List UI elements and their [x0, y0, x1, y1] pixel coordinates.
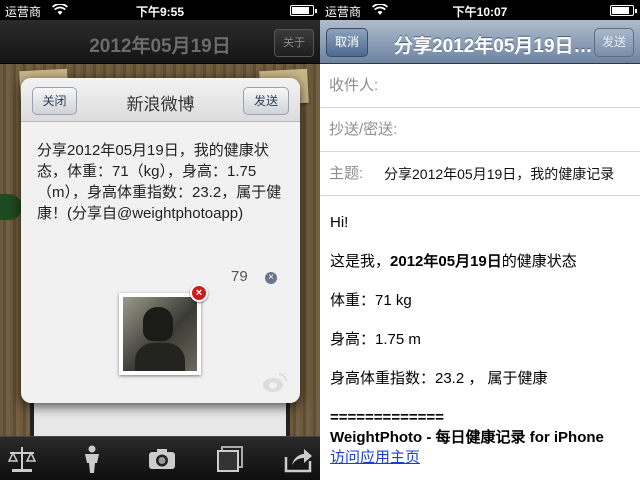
to-label: 收件人:: [329, 77, 379, 94]
person-icon[interactable]: [76, 443, 108, 475]
plant-decoration: [0, 194, 22, 220]
share-icon[interactable]: [282, 443, 314, 475]
date-title: 2012年05月19日: [89, 36, 231, 57]
status-prefix: 这是我，: [330, 253, 391, 270]
camera-icon[interactable]: [146, 443, 178, 475]
bmi-line: 身高体重指数：23.2 ， 属于健康: [330, 370, 548, 387]
photos-icon[interactable]: [214, 443, 246, 475]
status-suffix: 的健康状态: [501, 253, 577, 270]
mail-nav-bar: 取消 分享2012年05月19日，我的健康记录 发送: [320, 20, 640, 64]
tab-bar: [0, 436, 320, 480]
mail-body[interactable]: Hi! 这是我，2012年05月19日的健康状态 体重：71 kg 身高：1.7…: [330, 213, 635, 468]
post-text-area[interactable]: 分享2012年05月19日，我的健康状态，体重：71（kg），身高：1.75（m…: [37, 140, 287, 224]
separator-line: =============: [330, 409, 444, 426]
weight-line: 体重：71 kg: [330, 292, 412, 309]
clear-text-icon[interactable]: ×: [265, 272, 277, 284]
battery-icon: [610, 5, 637, 16]
character-count: 79: [231, 268, 248, 285]
weibo-logo-icon: [263, 373, 287, 392]
cancel-button[interactable]: 取消: [326, 28, 368, 57]
about-button[interactable]: 关于: [274, 29, 314, 57]
send-button[interactable]: 发送: [594, 28, 634, 57]
weibo-share-screen: 运营商 下午9:55 2012年05月19日 关于 关闭 新浪微博 发送 分享2…: [0, 0, 320, 480]
weibo-share-dialog: 关闭 新浪微博 发送 分享2012年05月19日，我的健康状态，体重：71（kg…: [21, 78, 300, 403]
subject-value[interactable]: 分享2012年05月19日，我的健康记录: [384, 152, 614, 196]
battery-fill: [292, 7, 309, 14]
battery-fill: [612, 7, 629, 14]
app-promo-line: WeightPhoto - 每日健康记录 for iPhone: [330, 429, 604, 446]
status-bar: 运营商 下午9:55: [0, 0, 320, 20]
remove-photo-icon[interactable]: ×: [190, 284, 208, 302]
attached-photo: [119, 293, 201, 375]
mail-compose-screen: 运营商 下午10:07 取消 分享2012年05月19日，我的健康记录 发送 收…: [320, 0, 640, 480]
battery-icon: [290, 5, 317, 16]
cc-bcc-label: 抄送/密送:: [329, 121, 398, 138]
send-button[interactable]: 发送: [243, 87, 289, 115]
app-homepage-link[interactable]: 访问应用主页: [330, 448, 635, 468]
subject-field[interactable]: 主题: 分享2012年05月19日，我的健康记录: [320, 152, 640, 196]
scale-icon[interactable]: [6, 443, 38, 475]
mail-title: 分享2012年05月19日，我的健康记录: [394, 36, 594, 57]
app-nav-bar: 2012年05月19日 关于: [0, 20, 320, 64]
status-time: 下午9:55: [135, 5, 185, 19]
status-bar: 运营商 下午10:07: [320, 0, 640, 20]
photo-thumbnail: [123, 297, 197, 371]
to-field[interactable]: 收件人:: [320, 64, 640, 108]
status-time: 下午10:07: [452, 5, 508, 19]
subject-label: 主题:: [329, 165, 364, 182]
dialog-header: 关闭 新浪微博 发送: [21, 78, 300, 122]
cc-bcc-field[interactable]: 抄送/密送:: [320, 108, 640, 152]
height-line: 身高：1.75 m: [330, 331, 421, 348]
greeting: Hi!: [330, 214, 349, 231]
status-line: 这是我，2012年05月19日的健康状态: [330, 252, 635, 278]
status-date: 2012年05月19日: [390, 253, 502, 270]
